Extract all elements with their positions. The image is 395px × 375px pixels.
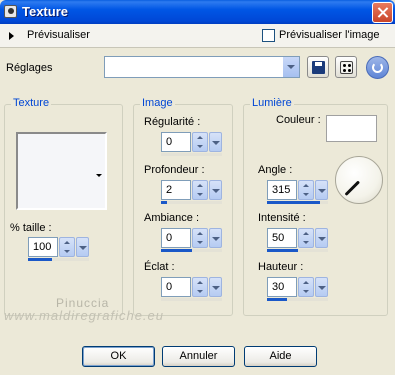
save-preset-button[interactable] [307, 56, 329, 78]
preview-image-label[interactable]: Prévisualiser l'image [279, 29, 380, 41]
angle-slider-fill [267, 201, 321, 204]
dropdown-arrow-icon[interactable] [96, 174, 102, 177]
depth-input[interactable]: 2 [161, 180, 191, 200]
reset-icon [372, 62, 383, 73]
regularity-spin-arrows[interactable] [192, 132, 208, 152]
glare-input[interactable]: 0 [161, 277, 191, 297]
ambiance-input[interactable]: 0 [161, 228, 191, 248]
intensity-dropdown[interactable] [315, 228, 328, 248]
height-label: Hauteur : [258, 261, 304, 273]
angle-label: Angle : [258, 164, 293, 176]
angle-input[interactable]: 315 [267, 180, 297, 200]
expand-arrow-icon[interactable] [9, 32, 14, 40]
regularity-dropdown[interactable] [209, 132, 222, 152]
height-input[interactable]: 30 [267, 277, 297, 297]
ambiance-slider-fill [161, 249, 192, 252]
presets-label: Réglages [6, 62, 53, 74]
preview-image-checkbox[interactable] [262, 29, 275, 42]
angle-spin-arrows[interactable] [298, 180, 314, 200]
regularity-input[interactable]: 0 [161, 132, 191, 152]
regularity-slider[interactable] [161, 153, 222, 156]
window-title: Texture [22, 4, 68, 19]
intensity-label: Intensité : [258, 212, 306, 224]
height-slider-fill [267, 298, 288, 301]
glare-label: Éclat : [144, 261, 175, 273]
size-label: % taille : [10, 222, 52, 234]
ambiance-dropdown[interactable] [209, 228, 222, 248]
image-group-title: Image [140, 97, 175, 109]
floppy-disk-icon [312, 61, 325, 74]
intensity-slider[interactable] [267, 249, 328, 252]
size-input[interactable]: 100 [28, 237, 58, 257]
size-slider[interactable] [28, 258, 89, 261]
texture-swatch[interactable] [16, 132, 107, 210]
presets-select[interactable] [104, 56, 300, 78]
angle-dial-needle[interactable] [344, 180, 361, 196]
angle-slider[interactable] [267, 201, 328, 204]
depth-label: Profondeur : [144, 164, 205, 176]
angle-dropdown[interactable] [315, 180, 328, 200]
preview-label[interactable]: Prévisualiser [27, 29, 90, 41]
depth-slider-fill [161, 201, 168, 204]
ok-button[interactable]: OK [82, 346, 155, 367]
chevron-down-icon[interactable] [282, 57, 299, 77]
ambiance-spin-arrows[interactable] [192, 228, 208, 248]
height-dropdown[interactable] [315, 277, 328, 297]
cancel-button[interactable]: Annuler [162, 346, 235, 367]
size-slider-fill [28, 258, 53, 261]
height-spin-arrows[interactable] [298, 277, 314, 297]
ambiance-slider[interactable] [161, 249, 222, 252]
light-color-swatch[interactable] [326, 115, 377, 142]
help-button[interactable]: Aide [244, 346, 317, 367]
depth-slider[interactable] [161, 201, 222, 204]
glare-spin-arrows[interactable] [192, 277, 208, 297]
glare-dropdown[interactable] [209, 277, 222, 297]
intensity-spin-arrows[interactable] [298, 228, 314, 248]
intensity-slider-fill [267, 249, 298, 252]
color-label: Couleur : [276, 114, 321, 126]
depth-spin-arrows[interactable] [192, 180, 208, 200]
glare-slider[interactable] [161, 298, 222, 301]
size-dropdown[interactable] [76, 237, 89, 257]
size-spin-arrows[interactable] [59, 237, 75, 257]
reset-button[interactable] [366, 56, 389, 79]
angle-dial[interactable] [335, 156, 383, 204]
app-icon [4, 5, 17, 18]
title-bar: Texture [0, 0, 395, 24]
intensity-input[interactable]: 50 [267, 228, 297, 248]
preview-bar: Prévisualiser Prévisualiser l'image [0, 24, 395, 48]
close-button[interactable] [372, 2, 393, 23]
randomize-button[interactable] [335, 56, 357, 78]
height-slider[interactable] [267, 298, 328, 301]
light-group-title: Lumière [250, 97, 294, 109]
ambiance-label: Ambiance : [144, 212, 200, 224]
depth-dropdown[interactable] [209, 180, 222, 200]
regularity-label: Régularité : [144, 116, 201, 128]
texture-group-title: Texture [11, 97, 52, 109]
dice-icon [340, 61, 353, 74]
